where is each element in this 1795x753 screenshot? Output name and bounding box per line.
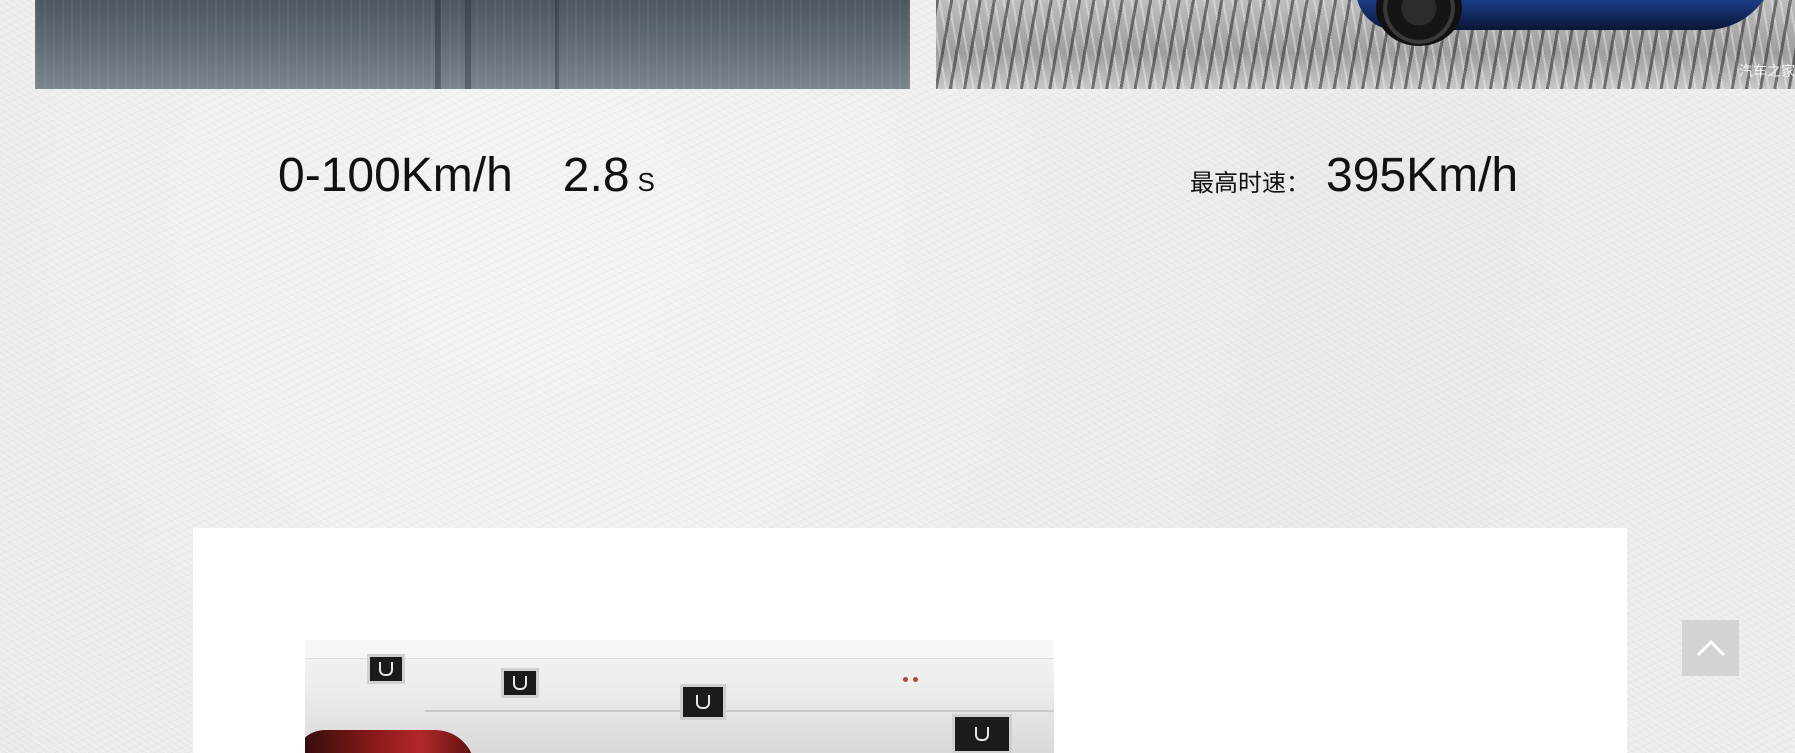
chevron-up-icon [1696,639,1725,657]
road-photo [35,0,910,89]
showroom-ceiling [305,640,1054,659]
acceleration-unit: S [637,167,655,197]
supercar-photo: 汽车之家 [936,0,1795,89]
brand-logo-plaque [501,668,539,698]
brand-logo-plaque [952,714,1012,753]
back-to-top-button[interactable] [1682,620,1739,676]
content-card [193,528,1627,753]
photo-watermark: 汽车之家 [1739,63,1795,79]
road-streak [435,0,441,89]
brand-logo-mark [379,662,393,676]
brand-logo-mark [975,727,989,741]
road-streak [465,0,471,89]
top-speed-value: 395Km/h [1326,149,1519,202]
car-wheel [1376,0,1462,46]
top-speed-label: 最高时速： [1190,170,1310,197]
red-car [305,730,475,753]
showroom-photo [305,640,1054,753]
top-speed-spec: 最高时速： 395Km/h [1190,148,1518,215]
brand-logo-mark [513,676,527,690]
acceleration-label: 0-100Km/h [278,149,513,202]
road-streak [555,0,559,89]
showroom-floor-line [424,710,1054,712]
acceleration-value: 2.8 [562,149,630,202]
brand-logo-mark [696,695,710,709]
wall-indicator-lights [903,669,923,687]
brand-logo-plaque [367,654,405,684]
brand-logo-plaque [680,684,726,720]
acceleration-spec: 0-100Km/h 2.8 S [278,148,655,210]
